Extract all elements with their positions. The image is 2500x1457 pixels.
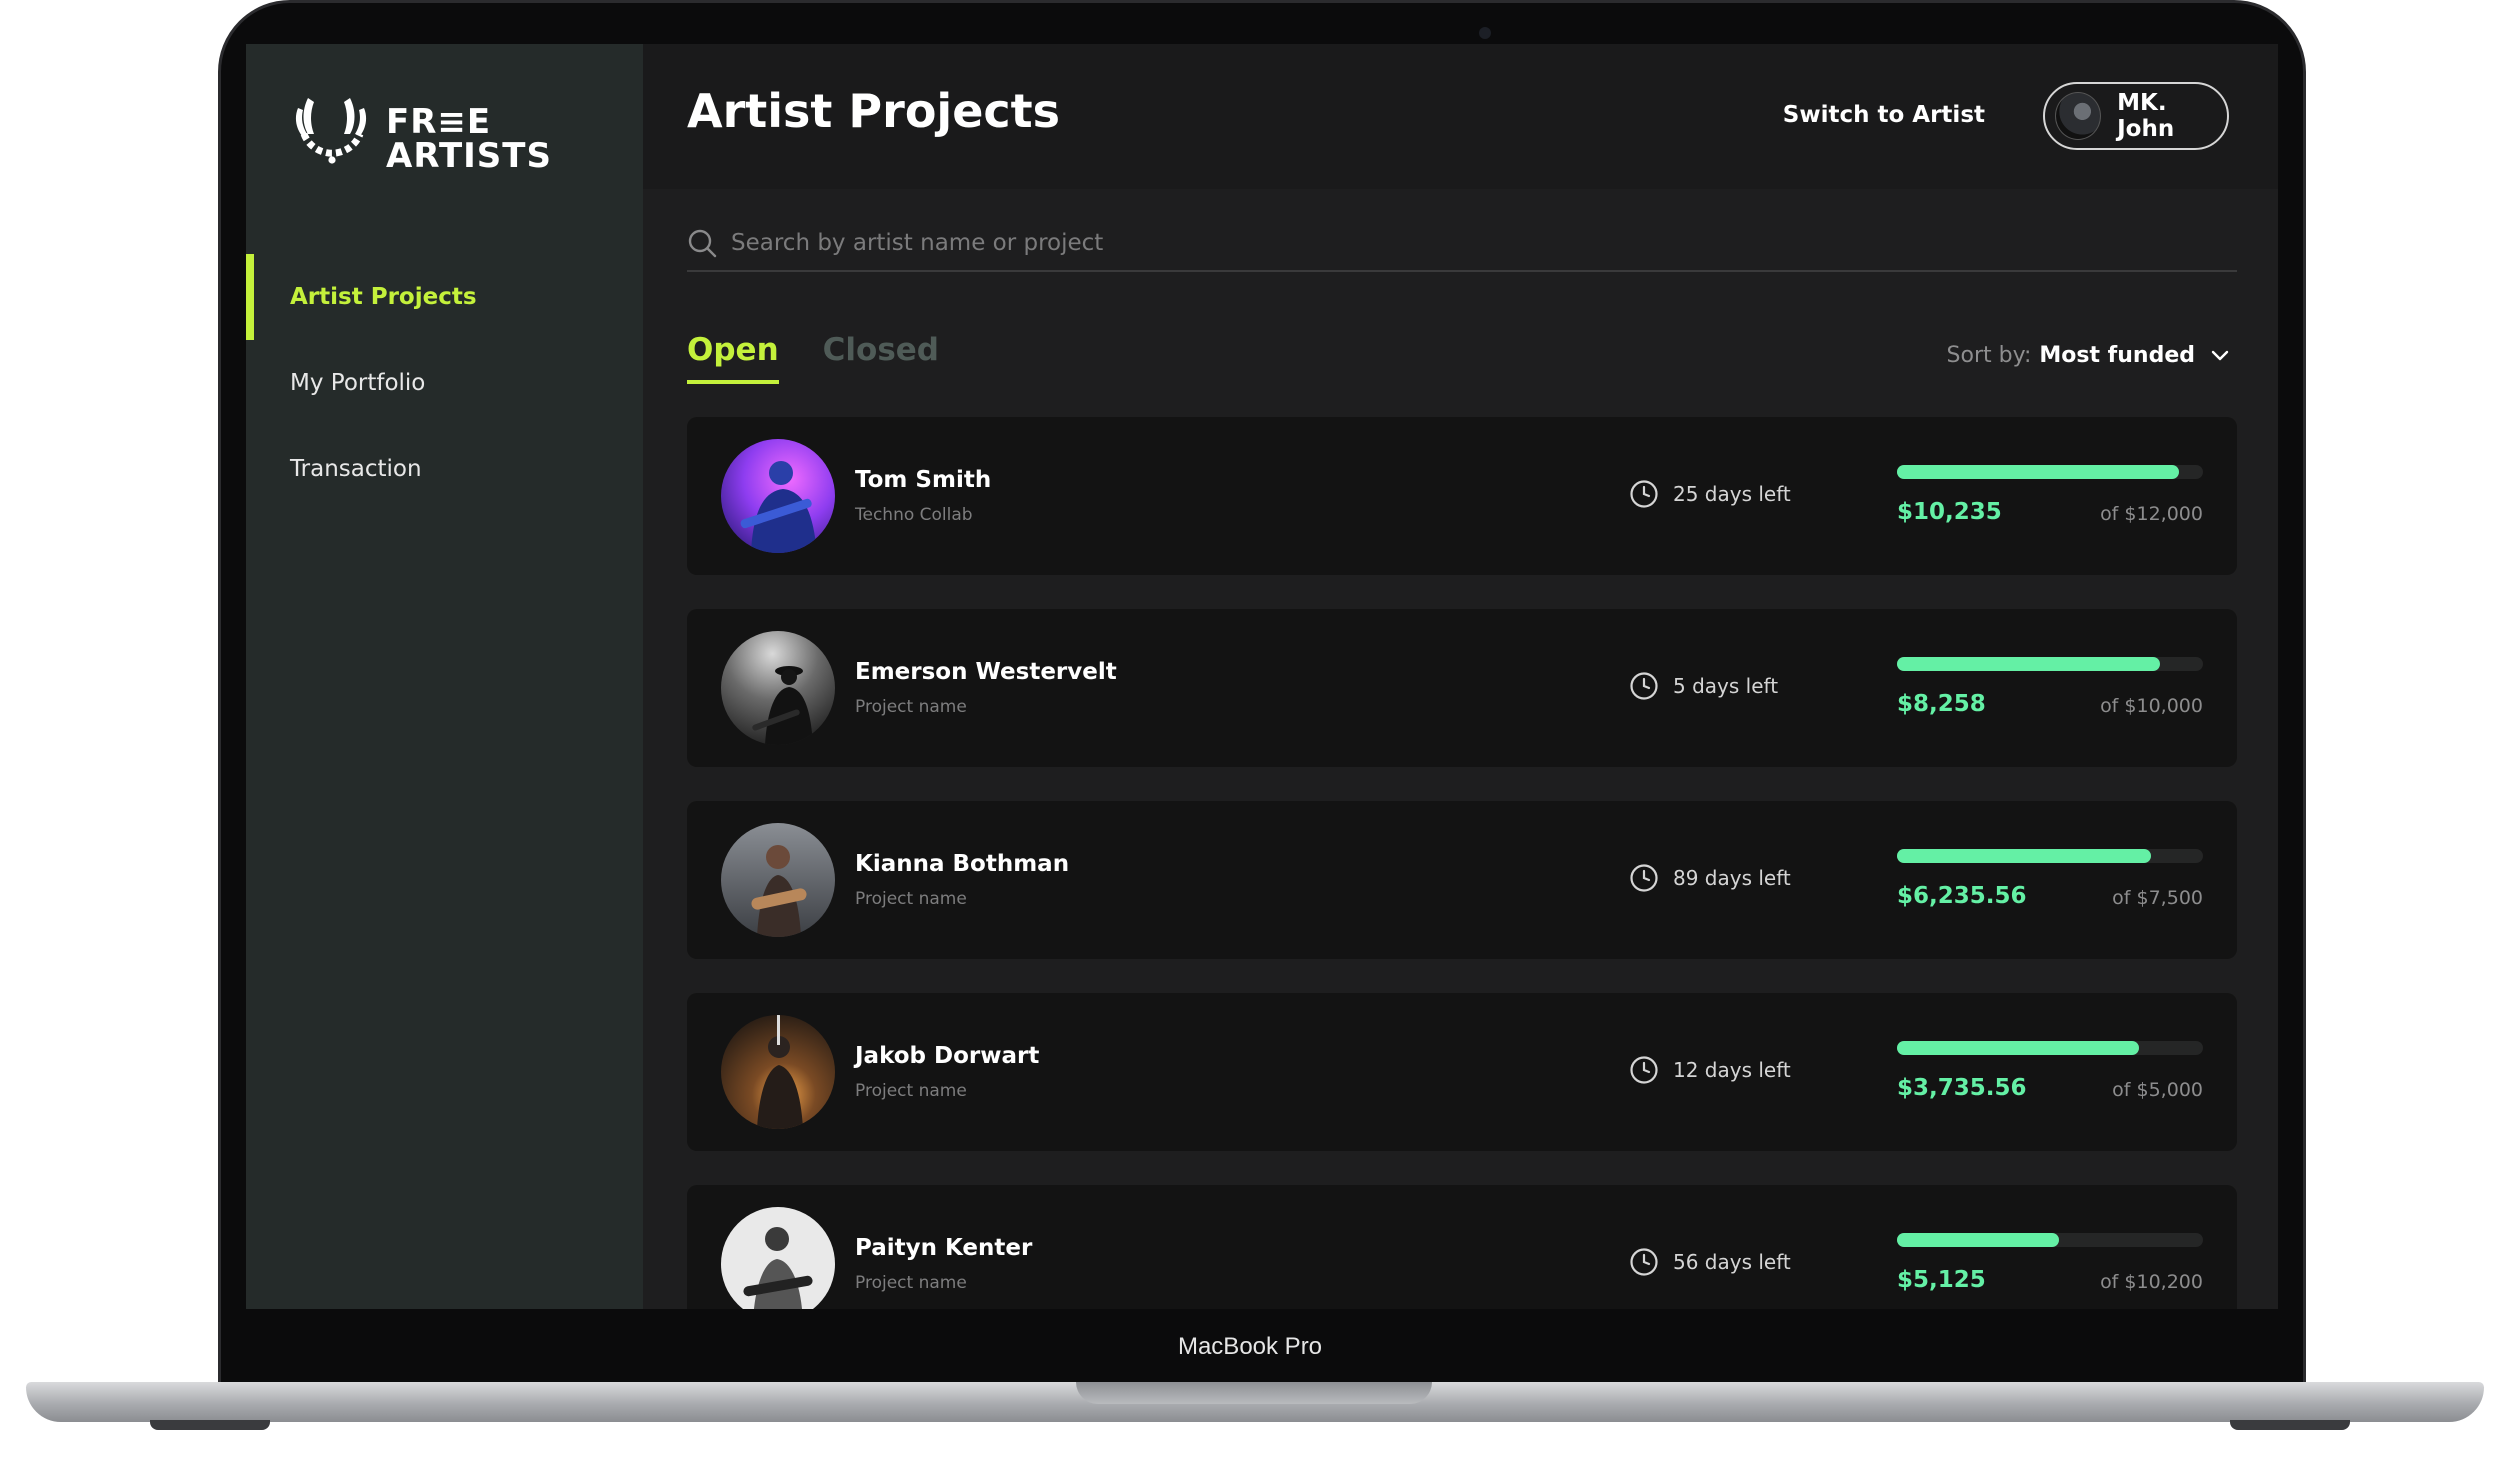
amount-raised: $8,258 — [1897, 691, 1986, 717]
days-left-text: 5 days left — [1673, 674, 1779, 698]
funding-goal: of $12,000 — [2100, 503, 2203, 525]
sidebar-item-artist-projects[interactable]: Artist Projects — [246, 254, 643, 340]
days-left: 12 days left — [1629, 1055, 1791, 1085]
amount-raised: $10,235 — [1897, 499, 2002, 525]
app-screen: FR≡E ARTISTS Artist Projects My Portfoli… — [246, 44, 2278, 1309]
funding-goal: of $10,000 — [2100, 695, 2203, 717]
funding-progress-fill — [1897, 465, 2179, 479]
tab-open[interactable]: Open — [687, 332, 779, 384]
days-left: 89 days left — [1629, 863, 1791, 893]
artist-avatar — [721, 1207, 835, 1309]
days-left: 5 days left — [1629, 671, 1778, 701]
project-card[interactable]: Jakob Dorwart Project name 12 days left … — [687, 993, 2237, 1151]
project-card[interactable]: Emerson Westervelt Project name 5 days l… — [687, 609, 2237, 767]
artist-avatar — [721, 823, 835, 937]
amount-raised: $5,125 — [1897, 1267, 1986, 1293]
days-left: 25 days left — [1629, 479, 1791, 509]
clock-icon — [1630, 672, 1658, 700]
artist-avatar — [721, 439, 835, 553]
funding-progress-bar — [1897, 1233, 2203, 1247]
amount-raised: $6,235.56 — [1897, 883, 2027, 909]
clock-icon — [1630, 1056, 1658, 1084]
project-card[interactable]: Tom Smith Techno Collab 25 days left $10… — [687, 417, 2237, 575]
user-name: MK. John — [2117, 90, 2175, 142]
camera — [1479, 27, 1491, 39]
status-tabs: Open Closed — [687, 332, 983, 384]
laptop-foot-right — [2230, 1420, 2350, 1430]
chevron-down-icon — [2211, 350, 2229, 360]
funding-progress-fill — [1897, 657, 2161, 671]
sort-dropdown[interactable]: Sort by: Most funded — [1947, 343, 2229, 368]
search-bar — [687, 216, 2237, 272]
wings-logo-icon — [295, 98, 367, 164]
artist-avatar — [721, 631, 835, 745]
artist-name: Kianna Bothman — [855, 851, 1070, 877]
funding-goal: of $7,500 — [2112, 887, 2203, 909]
avatar — [2055, 92, 2102, 140]
days-left: 56 days left — [1629, 1247, 1791, 1277]
laptop-foot-left — [150, 1420, 270, 1430]
days-left-text: 25 days left — [1673, 482, 1791, 506]
switch-to-artist-link[interactable]: Switch to Artist — [1783, 102, 1985, 128]
top-bar: Artist Projects Switch to Artist MK. Joh… — [643, 44, 2278, 189]
project-card[interactable]: Paityn Kenter Project name 56 days left … — [687, 1185, 2237, 1309]
funding-progress-bar — [1897, 1041, 2203, 1055]
funding-progress-bar — [1897, 465, 2203, 479]
clock-icon — [1630, 1248, 1658, 1276]
project-name: Techno Collab — [855, 505, 973, 525]
funding-goal: of $5,000 — [2112, 1079, 2203, 1101]
days-left-text: 89 days left — [1673, 866, 1791, 890]
page-title: Artist Projects — [687, 84, 1061, 138]
funding-goal: of $10,200 — [2100, 1271, 2203, 1293]
main-content: Artist Projects Switch to Artist MK. Joh… — [643, 44, 2278, 1309]
artist-name: Tom Smith — [855, 467, 992, 493]
logo-wordmark: FR≡E ARTISTS — [386, 102, 552, 176]
search-input[interactable] — [731, 230, 2131, 256]
sort-value: Most funded — [2039, 343, 2195, 368]
brand-logo[interactable]: FR≡E ARTISTS — [290, 94, 552, 184]
days-left-text: 12 days left — [1673, 1058, 1791, 1082]
sort-label: Sort by: — [1946, 343, 2032, 368]
funding-progress-bar — [1897, 849, 2203, 863]
project-card[interactable]: Kianna Bothman Project name 89 days left… — [687, 801, 2237, 959]
sidebar-item-my-portfolio[interactable]: My Portfolio — [246, 340, 643, 426]
clock-icon — [1630, 480, 1658, 508]
amount-raised: $3,735.56 — [1897, 1075, 2027, 1101]
artist-name: Paityn Kenter — [855, 1235, 1033, 1261]
project-name: Project name — [855, 1273, 967, 1293]
sidebar-item-label: Transaction — [290, 456, 422, 482]
project-name: Project name — [855, 1081, 967, 1101]
clock-icon — [1630, 864, 1658, 892]
sidebar: FR≡E ARTISTS Artist Projects My Portfoli… — [246, 44, 643, 1309]
artist-name: Jakob Dorwart — [855, 1043, 1040, 1069]
project-name: Project name — [855, 697, 967, 717]
device-label: MacBook Pro — [1177, 1333, 1323, 1360]
sidebar-item-label: My Portfolio — [290, 370, 426, 396]
tab-closed[interactable]: Closed — [823, 332, 939, 384]
artist-avatar — [721, 1015, 835, 1129]
project-list: Tom Smith Techno Collab 25 days left $10… — [687, 417, 2237, 1309]
funding-progress-fill — [1897, 1041, 2139, 1055]
funding-progress-fill — [1897, 1233, 2060, 1247]
artist-name: Emerson Westervelt — [855, 659, 1117, 685]
sidebar-item-transaction[interactable]: Transaction — [246, 426, 643, 512]
funding-progress-bar — [1897, 657, 2203, 671]
user-menu-button[interactable]: MK. John — [2043, 82, 2229, 150]
funding-progress-fill — [1897, 849, 2151, 863]
days-left-text: 56 days left — [1673, 1250, 1791, 1274]
sidebar-nav: Artist Projects My Portfolio Transaction — [246, 254, 643, 512]
project-name: Project name — [855, 889, 967, 909]
laptop-notch — [1076, 1382, 1432, 1404]
sidebar-item-label: Artist Projects — [290, 284, 477, 310]
search-icon — [688, 229, 717, 258]
